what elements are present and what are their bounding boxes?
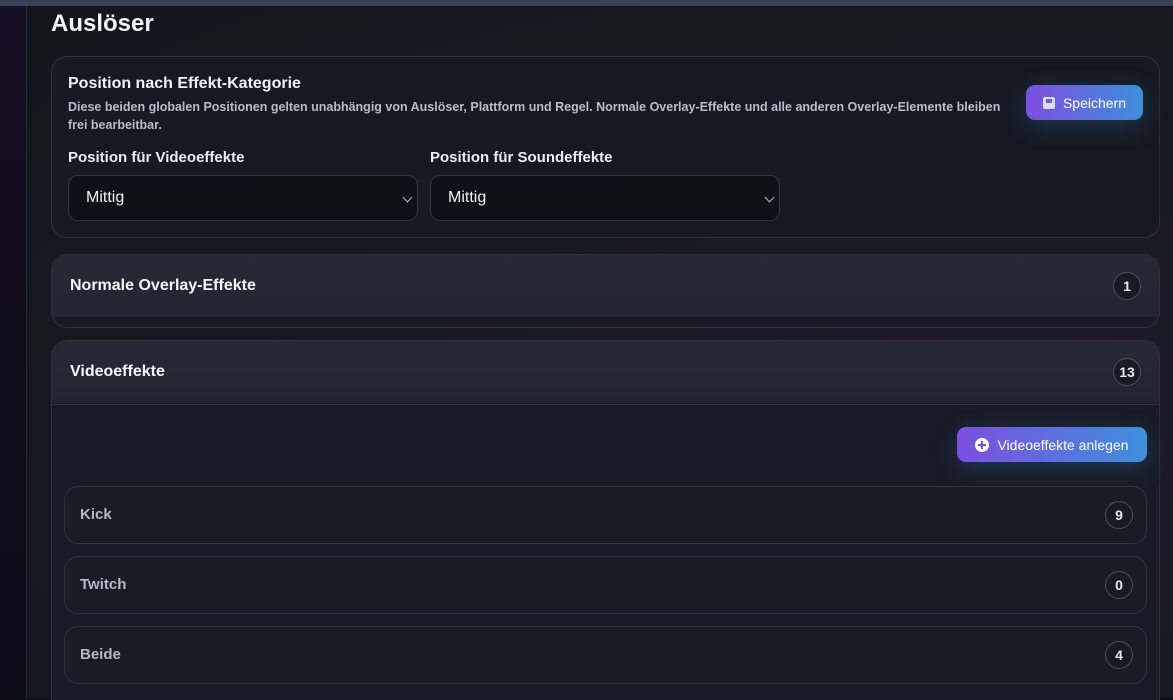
platform-row-beide[interactable]: Beide 4 [64,626,1147,684]
add-video-effects-label: Videoeffekte anlegen [997,436,1129,453]
platform-row-twitch[interactable]: Twitch 0 [64,556,1147,614]
video-effects-section: Videoeffekte 13 Videoeffekte anlegen Kic… [51,340,1160,700]
add-video-effects-button[interactable]: Videoeffekte anlegen [957,427,1147,462]
video-effects-count-badge: 13 [1113,358,1141,386]
video-position-value: Mittig [86,189,125,206]
position-card-description: Diese beiden globalen Positionen gelten … [68,100,1001,132]
overlay-effects-header[interactable]: Normale Overlay-Effekte 1 [52,255,1159,317]
position-card-title: Position nach Effekt-Kategorie [68,75,301,92]
video-position-select[interactable]: Mittig [68,175,418,221]
save-button-label: Speichern [1062,94,1127,111]
platform-label: Twitch [80,576,127,593]
overlay-effects-section[interactable]: Normale Overlay-Effekte 1 [51,254,1160,328]
platform-row-kick[interactable]: Kick 9 [64,486,1147,544]
platform-count-badge: 4 [1105,641,1133,669]
overlay-effects-title: Normale Overlay-Effekte [70,277,256,294]
overlay-effects-count-badge: 1 [1113,272,1141,300]
save-icon [1042,96,1055,109]
sound-position-select[interactable]: Mittig [430,175,780,221]
sound-position-value: Mittig [448,189,487,206]
chevron-down-icon [402,192,413,203]
chevron-down-icon [764,192,775,203]
save-button[interactable]: Speichern [1026,85,1143,120]
sidebar-strip [0,6,26,698]
sound-position-label: Position für Soundeffekte [430,149,613,166]
platform-count-badge: 0 [1105,571,1133,599]
platform-label: Beide [80,646,121,663]
position-settings-card: Position nach Effekt-Kategorie Diese bei… [51,56,1160,238]
video-effects-title: Videoeffekte [70,363,165,380]
plus-circle-icon [975,437,990,452]
platform-count-badge: 9 [1105,501,1133,529]
video-effects-header[interactable]: Videoeffekte 13 [52,341,1159,403]
video-effects-header-divider [52,404,1159,405]
platform-label: Kick [80,506,112,523]
video-position-label: Position für Videoeffekte [68,149,245,166]
page-title: Auslöser [51,10,154,37]
